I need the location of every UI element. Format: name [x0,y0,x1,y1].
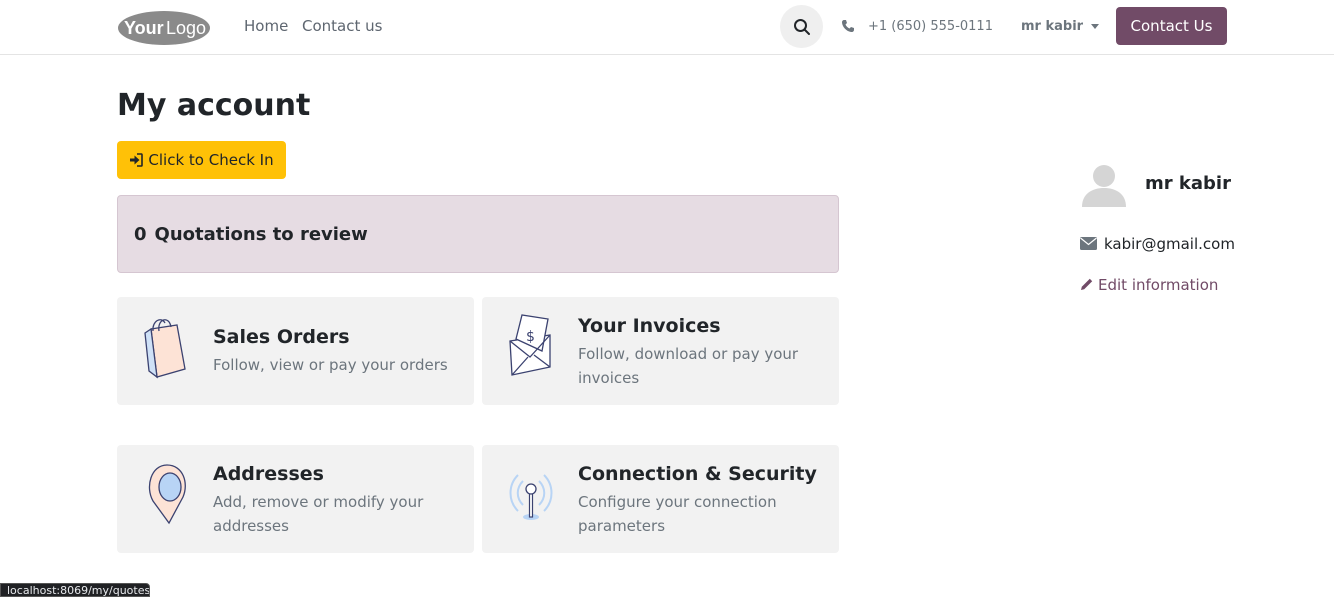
pencil-icon [1081,278,1093,290]
card-description: Add, remove or modify your addresses [213,493,424,535]
quotations-label: Quotations to review [154,223,368,245]
map-pin-icon [148,464,186,525]
chevron-down-icon [1091,24,1100,29]
user-menu-dropdown[interactable]: mr kabir [1021,19,1100,34]
card-connection-security[interactable]: Connection & Security Configure your con… [482,445,839,553]
card-title: Sales Orders [213,326,350,348]
svg-text:$: $ [526,329,535,345]
card-description: Follow, download or pay your invoices [578,345,799,387]
phone-number[interactable]: +1 (650) 555-0111 [868,19,993,34]
svg-text:Your: Your [124,18,164,38]
logo[interactable]: Your Logo [116,9,212,47]
card-addresses[interactable]: Addresses Add, remove or modify your add… [117,445,474,553]
card-description: Configure your connection parameters [578,493,777,535]
card-title: Your Invoices [578,315,721,337]
quotations-to-review-link[interactable]: 0 Quotations to review [117,195,839,273]
nav-link-home[interactable]: Home [244,17,288,35]
card-title: Connection & Security [578,463,817,485]
shopping-bag-icon [144,319,186,379]
edit-information-link[interactable]: Edit information [1098,276,1218,294]
phone-icon [842,20,854,32]
invoice-envelope-icon: $ [509,314,551,376]
check-in-label: Click to Check In [148,151,274,169]
envelope-icon [1080,237,1097,250]
quotations-count: 0 [134,223,147,245]
browser-status-bar: localhost:8069/my/quotes [0,583,150,597]
search-button[interactable] [780,5,823,48]
profile-email: kabir@gmail.com [1104,235,1235,253]
antenna-icon [509,474,553,520]
logo-icon: Your Logo [118,11,210,45]
svg-text:Logo: Logo [166,18,206,38]
search-icon [793,18,810,35]
check-in-button[interactable]: Click to Check In [117,141,286,179]
card-title: Addresses [213,463,324,485]
top-navbar: Your Logo Home Contact us +1 (650) 555-0… [0,0,1334,55]
avatar [1079,157,1129,207]
user-menu-label: mr kabir [1021,19,1084,34]
sign-in-icon [130,153,144,167]
page-title: My account [117,88,311,123]
card-sales-orders[interactable]: Sales Orders Follow, view or pay your or… [117,297,474,405]
nav-link-contact-us[interactable]: Contact us [302,17,382,35]
contact-us-button[interactable]: Contact Us [1116,7,1227,45]
card-your-invoices[interactable]: $ Your Invoices Follow, download or pay … [482,297,839,405]
card-description: Follow, view or pay your orders [213,356,448,374]
profile-name: mr kabir [1145,173,1231,194]
